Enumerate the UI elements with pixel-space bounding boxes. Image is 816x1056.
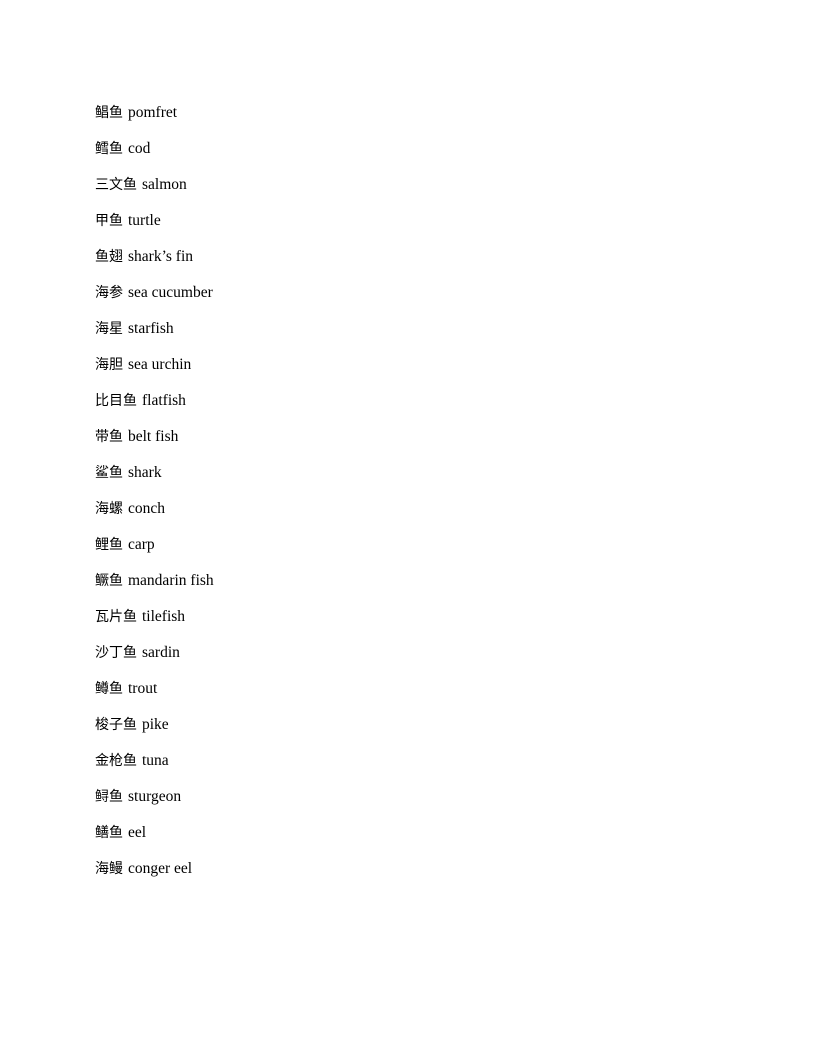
vocab-entry: 海星 starfish (95, 311, 755, 347)
vocab-entry: 鲳鱼 pomfret (95, 95, 755, 131)
vocab-entry: 甲鱼 turtle (95, 203, 755, 239)
vocab-term-chinese: 海胆 (95, 357, 123, 373)
vocab-entry: 鳕鱼 cod (95, 131, 755, 167)
vocab-term-english: trout (128, 680, 158, 697)
vocab-term-english: eel (128, 824, 147, 841)
vocab-entry: 鳜鱼 mandarin fish (95, 563, 755, 599)
vocab-term-chinese: 带鱼 (95, 429, 123, 445)
vocab-term-chinese: 比目鱼 (95, 393, 137, 409)
vocab-entry: 沙丁鱼 sardin (95, 635, 755, 671)
vocab-entry: 鳟鱼 trout (95, 671, 755, 707)
vocab-term-english: conger eel (128, 860, 193, 877)
vocabulary-list: 鲳鱼 pomfret 鳕鱼 cod 三文鱼 salmon 甲鱼 turtle 鱼翅 shark’s… (95, 95, 755, 887)
vocab-term-english: carp (128, 536, 155, 553)
vocab-term-chinese: 鳕鱼 (95, 141, 123, 157)
vocab-entry: 海胆 sea urchin (95, 347, 755, 383)
vocab-entry: 三文鱼 salmon (95, 167, 755, 203)
vocab-term-chinese: 海星 (95, 321, 123, 337)
vocab-term-english: sturgeon (128, 788, 182, 805)
vocab-term-english: tuna (142, 752, 169, 769)
vocab-term-english: shark (128, 464, 162, 481)
vocab-term-english: sardin (142, 644, 180, 661)
vocab-term-chinese: 鱼翅 (95, 249, 123, 265)
vocab-term-chinese: 三文鱼 (95, 177, 137, 193)
vocab-term-chinese: 鲨鱼 (95, 465, 123, 481)
vocab-term-chinese: 鲳鱼 (95, 105, 123, 121)
vocab-entry: 海参 sea cucumber (95, 275, 755, 311)
vocab-entry: 鳝鱼 eel (95, 815, 755, 851)
vocab-term-chinese: 梭子鱼 (95, 717, 137, 733)
vocab-term-english: flatfish (142, 392, 186, 409)
vocab-entry: 比目鱼 flatfish (95, 383, 755, 419)
vocab-term-chinese: 海鳗 (95, 861, 123, 877)
vocab-term-english: mandarin fish (128, 572, 214, 589)
vocab-entry: 鲟鱼 sturgeon (95, 779, 755, 815)
vocab-term-chinese: 鲟鱼 (95, 789, 123, 805)
vocab-entry: 鲨鱼 shark (95, 455, 755, 491)
vocab-entry: 带鱼 belt fish (95, 419, 755, 455)
vocab-term-english: sea cucumber (128, 284, 213, 301)
vocab-term-english: turtle (128, 212, 161, 229)
vocab-term-chinese: 海螺 (95, 501, 123, 517)
vocab-term-english: sea urchin (128, 356, 192, 373)
vocab-term-english: cod (128, 140, 151, 157)
vocab-term-chinese: 鲤鱼 (95, 537, 123, 553)
vocab-entry: 梭子鱼 pike (95, 707, 755, 743)
vocab-entry: 鱼翅 shark’s fin (95, 239, 755, 275)
vocab-term-english: conch (128, 500, 166, 517)
vocab-term-english: salmon (142, 176, 187, 193)
vocab-entry: 瓦片鱼 tilefish (95, 599, 755, 635)
vocab-term-english: tilefish (142, 608, 186, 625)
vocab-entry: 海鳗 conger eel (95, 851, 755, 887)
vocab-term-english: shark’s fin (128, 248, 194, 265)
vocab-term-chinese: 金枪鱼 (95, 753, 137, 769)
vocab-term-english: pike (142, 716, 169, 733)
vocab-entry: 鲤鱼 carp (95, 527, 755, 563)
document-page: 鲳鱼 pomfret 鳕鱼 cod 三文鱼 salmon 甲鱼 turtle 鱼翅 shark’s… (0, 0, 816, 1056)
vocab-term-english: pomfret (128, 104, 178, 121)
vocab-term-chinese: 海参 (95, 285, 123, 301)
vocab-entry: 海螺 conch (95, 491, 755, 527)
vocab-term-chinese: 瓦片鱼 (95, 609, 137, 625)
vocab-term-chinese: 鳝鱼 (95, 825, 123, 841)
vocab-term-english: starfish (128, 320, 174, 337)
vocab-term-chinese: 鳟鱼 (95, 681, 123, 697)
vocab-term-chinese: 沙丁鱼 (95, 645, 137, 661)
vocab-term-chinese: 甲鱼 (95, 213, 123, 229)
vocab-term-english: belt fish (128, 428, 179, 445)
vocab-entry: 金枪鱼 tuna (95, 743, 755, 779)
vocab-term-chinese: 鳜鱼 (95, 573, 123, 589)
